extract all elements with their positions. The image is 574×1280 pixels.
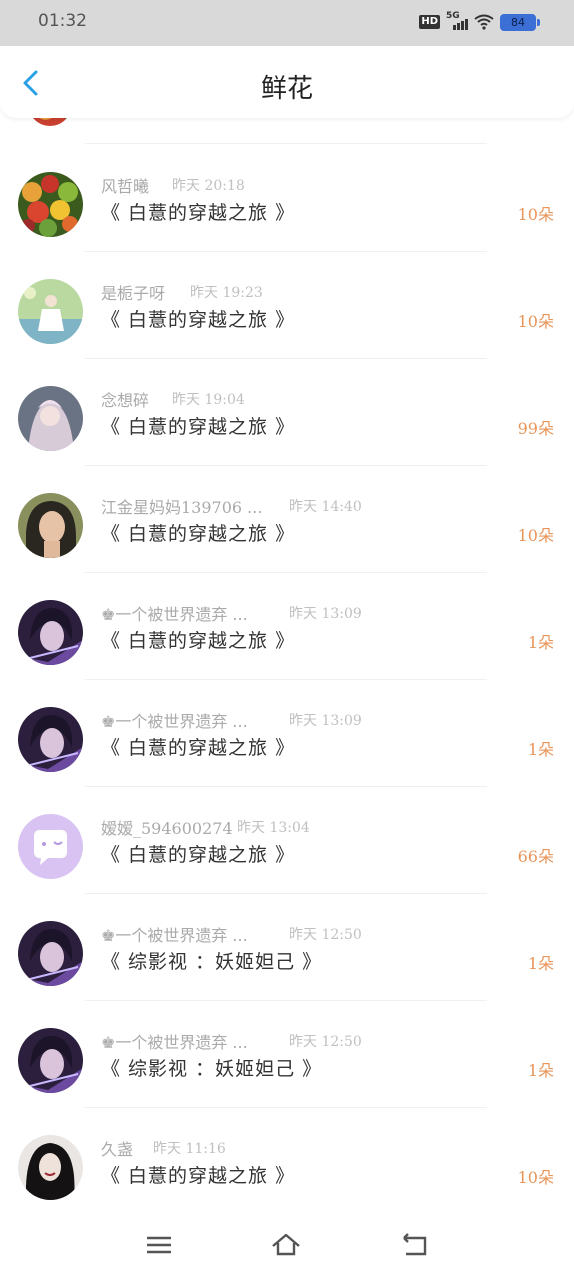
book-title[interactable]: 《 白薏的穿越之旅 》 (101, 840, 295, 867)
wifi-icon (474, 14, 494, 30)
list-item[interactable]: 风哲曦 昨天 20:18 《 白薏的穿越之旅 》 10朵 (0, 144, 574, 251)
user-name[interactable]: 念想碎 (101, 387, 149, 411)
system-nav-bar (0, 1208, 574, 1280)
flower-count: 1朵 (527, 740, 554, 759)
gift-time: 昨天 12:50 (289, 927, 362, 943)
gift-time: 昨天 12:50 (289, 1034, 362, 1050)
gift-time: 昨天 13:09 (289, 713, 362, 729)
book-title[interactable]: 《 白薏的穿越之旅 》 (101, 1161, 295, 1188)
gift-time: 昨天 13:09 (289, 606, 362, 622)
avatar[interactable] (18, 386, 83, 451)
flower-count: 99朵 (517, 419, 554, 438)
book-title[interactable]: 《 白薏的穿越之旅 》 (101, 198, 295, 225)
user-name[interactable]: 风哲曦 (101, 173, 149, 197)
avatar[interactable] (18, 921, 83, 986)
gift-time: 昨天 13:04 (237, 820, 310, 836)
gift-time: 昨天 20:18 (172, 178, 245, 194)
flower-count: 10朵 (517, 312, 554, 331)
signal-5g-icon: 5G (446, 11, 468, 31)
user-name[interactable]: ♚一个被世界遗弃 ... (101, 922, 248, 946)
avatar[interactable] (18, 1135, 83, 1200)
list-item[interactable]: ♚一个被世界遗弃 ... 昨天 13:09 《 白薏的穿越之旅 》 1朵 (0, 679, 574, 786)
battery-icon: 84 (500, 13, 540, 31)
status-bar: 01:32 HD 5G 84 (0, 0, 574, 46)
gift-time: 昨天 14:40 (289, 499, 362, 515)
list-item[interactable]: 是栀子呀 昨天 19:23 《 白薏的穿越之旅 》 10朵 (0, 251, 574, 358)
avatar[interactable] (18, 600, 83, 665)
user-name[interactable]: ♚一个被世界遗弃 ... (101, 1029, 248, 1053)
user-name[interactable]: ♚一个被世界遗弃 ... (101, 708, 248, 732)
flower-count: 1朵 (527, 954, 554, 973)
flower-count: 10朵 (517, 1168, 554, 1187)
avatar[interactable] (18, 279, 83, 344)
avatar[interactable] (18, 1028, 83, 1093)
flower-record-list[interactable]: 风哲曦 昨天 20:18 《 白薏的穿越之旅 》 10朵 是栀子呀 昨天 19:… (0, 118, 574, 1208)
menu-icon[interactable] (144, 1230, 174, 1260)
book-title[interactable]: 《 白薏的穿越之旅 》 (101, 626, 295, 653)
flower-count: 1朵 (527, 633, 554, 652)
flower-count: 10朵 (517, 526, 554, 545)
user-name[interactable]: 嫒嫒_594600274 (101, 815, 233, 839)
avatar[interactable] (18, 814, 83, 879)
user-name[interactable]: ♚一个被世界遗弃 ... (101, 601, 248, 625)
page-title: 鲜花 (260, 74, 313, 104)
status-icons: HD 5G 84 (419, 11, 540, 32)
back-icon[interactable] (400, 1230, 430, 1260)
flower-count: 1朵 (527, 1061, 554, 1080)
list-item[interactable]: ♚一个被世界遗弃 ... 昨天 12:50 《 综影视 ：妖姬妲己 》 1朵 (0, 893, 574, 1000)
avatar[interactable] (18, 172, 83, 237)
user-name[interactable]: 久盏 (101, 1136, 133, 1160)
book-title[interactable]: 《 白薏的穿越之旅 》 (101, 412, 295, 439)
book-title[interactable]: 《 白薏的穿越之旅 》 (101, 519, 295, 546)
book-title[interactable]: 《 综影视 ：妖姬妲己 》 (101, 1054, 322, 1081)
list-item[interactable]: 嫒嫒_594600274 昨天 13:04 《 白薏的穿越之旅 》 66朵 (0, 786, 574, 893)
gift-time: 昨天 19:04 (172, 392, 245, 408)
list-item[interactable]: ♚一个被世界遗弃 ... 昨天 13:09 《 白薏的穿越之旅 》 1朵 (0, 572, 574, 679)
avatar (28, 118, 72, 126)
list-item[interactable]: 念想碎 昨天 19:04 《 白薏的穿越之旅 》 99朵 (0, 358, 574, 465)
user-name[interactable]: 江金星妈妈139706 ... (101, 494, 262, 518)
header: 鲜花 (0, 46, 574, 118)
book-title[interactable]: 《 综影视 ：妖姬妲己 》 (101, 947, 322, 974)
list-item[interactable]: 久盏 昨天 11:16 《 白薏的穿越之旅 》 10朵 (0, 1107, 574, 1208)
list-item[interactable]: 江金星妈妈139706 ... 昨天 14:40 《 白薏的穿越之旅 》 10朵 (0, 465, 574, 572)
avatar[interactable] (18, 493, 83, 558)
flower-count: 10朵 (517, 205, 554, 224)
gift-time: 昨天 19:23 (190, 285, 263, 301)
status-time: 01:32 (38, 11, 87, 31)
avatar[interactable] (18, 707, 83, 772)
gift-time: 昨天 11:16 (153, 1141, 226, 1157)
user-name[interactable]: 是栀子呀 (101, 280, 165, 304)
book-title[interactable]: 《 白薏的穿越之旅 》 (101, 305, 295, 332)
flower-count: 66朵 (517, 847, 554, 866)
home-icon[interactable] (271, 1230, 301, 1260)
book-title[interactable]: 《 白薏的穿越之旅 》 (101, 733, 295, 760)
hd-icon: HD (419, 15, 440, 29)
list-item[interactable]: ♚一个被世界遗弃 ... 昨天 12:50 《 综影视 ：妖姬妲己 》 1朵 (0, 1000, 574, 1107)
